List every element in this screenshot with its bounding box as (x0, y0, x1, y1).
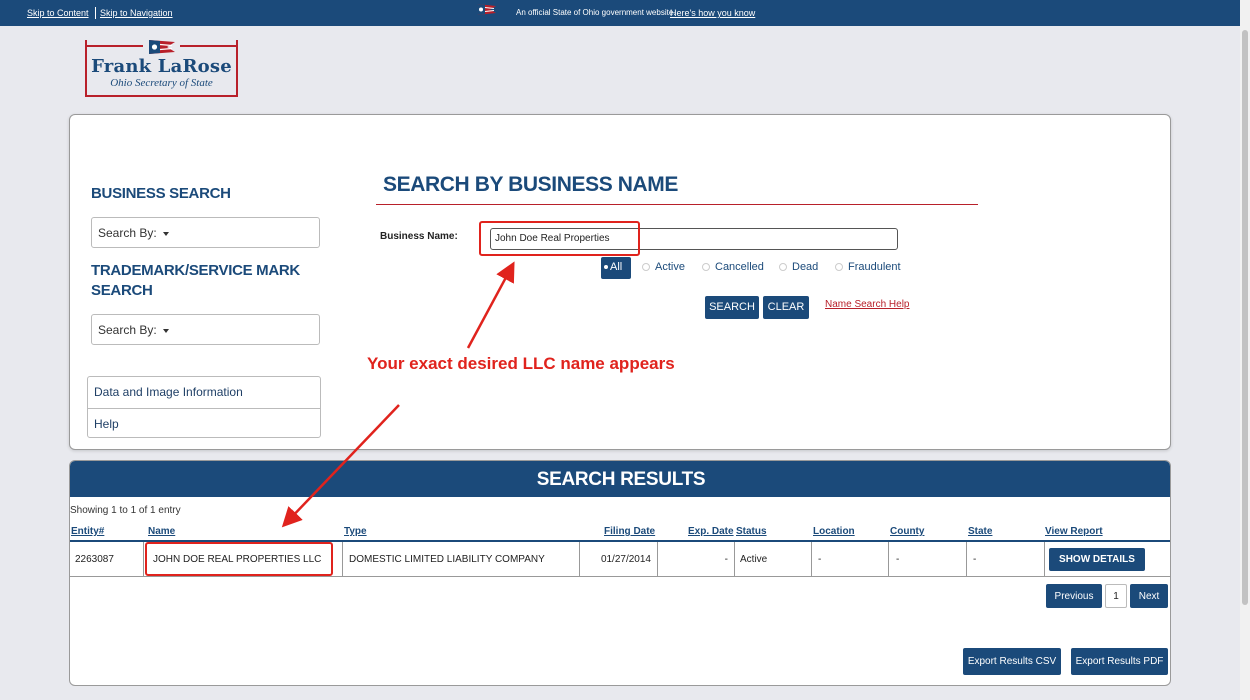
business-type-cell: DOMESTIC LIMITED LIABILITY COMPANY (343, 542, 580, 577)
search-panel: BUSINESS SEARCH Search By: TRADEMARK/SER… (69, 114, 1171, 450)
page-title: SEARCH BY BUSINESS NAME (383, 173, 678, 196)
logo-subtitle: Ohio Secretary of State (110, 77, 213, 89)
ohio-flag-icon (477, 4, 496, 15)
logo-name: Frank LaRose (91, 56, 232, 77)
radio-dot-icon (604, 265, 608, 270)
column-header-exp-date[interactable]: Exp. Date (688, 526, 734, 537)
show-details-button[interactable]: SHOW DETAILS (1049, 548, 1145, 571)
column-header-county[interactable]: County (890, 526, 924, 537)
title-divider (376, 204, 978, 205)
input-highlight-box (479, 221, 640, 256)
ohio-flag-icon (149, 40, 175, 54)
name-search-help-link[interactable]: Name Search Help (825, 299, 909, 310)
status-cell: Active (735, 542, 812, 577)
dropdown-label: Search By: (98, 323, 157, 337)
state-cell: - (967, 542, 1045, 577)
result-name-highlight-box (145, 542, 333, 576)
search-button[interactable]: SEARCH (705, 296, 759, 319)
filter-active-radio[interactable]: Active (642, 261, 685, 273)
scrollbar-thumb[interactable] (1242, 30, 1248, 605)
help-link[interactable]: Help (88, 408, 320, 439)
column-header-state[interactable]: State (968, 526, 992, 537)
official-banner: Skip to Content Skip to Navigation An of… (0, 0, 1240, 26)
how-you-know-link[interactable]: Here's how you know (670, 8, 755, 18)
column-header-location[interactable]: Location (813, 526, 855, 537)
column-header-view-report[interactable]: View Report (1045, 526, 1103, 537)
official-site-text: An official State of Ohio government web… (516, 8, 676, 17)
filter-fraudulent-radio[interactable]: Fraudulent (835, 261, 901, 273)
filter-cancelled-radio[interactable]: Cancelled (702, 261, 764, 273)
business-search-by-dropdown[interactable]: Search By: (91, 217, 320, 248)
results-title: SEARCH RESULTS (70, 461, 1170, 497)
caret-down-icon (162, 328, 169, 333)
column-header-entity[interactable]: Entity# (71, 526, 104, 537)
export-pdf-button[interactable]: Export Results PDF (1071, 648, 1168, 675)
county-cell: - (889, 542, 967, 577)
divider (95, 7, 96, 19)
page-number-button[interactable]: 1 (1105, 584, 1127, 608)
entity-number-cell: 2263087 (70, 542, 144, 577)
filter-dead-radio[interactable]: Dead (779, 261, 818, 273)
business-search-heading: BUSINESS SEARCH (91, 185, 231, 202)
exp-date-cell: - (658, 542, 735, 577)
clear-button[interactable]: CLEAR (763, 296, 809, 319)
next-page-button[interactable]: Next (1130, 584, 1168, 608)
skip-to-navigation-link[interactable]: Skip to Navigation (100, 8, 173, 18)
data-and-image-information-link[interactable]: Data and Image Information (88, 377, 320, 408)
export-csv-button[interactable]: Export Results CSV (963, 648, 1061, 675)
filing-date-cell: 01/27/2014 (580, 542, 658, 577)
trademark-search-by-dropdown[interactable]: Search By: (91, 314, 320, 345)
dropdown-label: Search By: (98, 226, 157, 240)
annotation-caption: Your exact desired LLC name appears (367, 354, 675, 373)
secretary-of-state-logo[interactable]: Frank LaRose Ohio Secretary of State (85, 40, 238, 97)
caret-down-icon (162, 231, 169, 236)
column-header-filing-date[interactable]: Filing Date (604, 526, 655, 537)
trademark-search-heading: TRADEMARK/SERVICE MARK SEARCH (91, 262, 300, 299)
location-cell: - (812, 542, 889, 577)
page-scrollbar[interactable] (1240, 0, 1250, 700)
results-count: Showing 1 to 1 of 1 entry (70, 505, 181, 516)
column-header-type[interactable]: Type (344, 526, 367, 537)
skip-to-content-link[interactable]: Skip to Content (27, 8, 89, 18)
column-header-status[interactable]: Status (736, 526, 767, 537)
previous-page-button[interactable]: Previous (1046, 584, 1102, 608)
business-name-label: Business Name: (380, 231, 458, 242)
column-header-name[interactable]: Name (148, 526, 175, 537)
filter-all-radio[interactable]: All (601, 257, 631, 279)
info-links: Data and Image Information Help (87, 376, 321, 438)
